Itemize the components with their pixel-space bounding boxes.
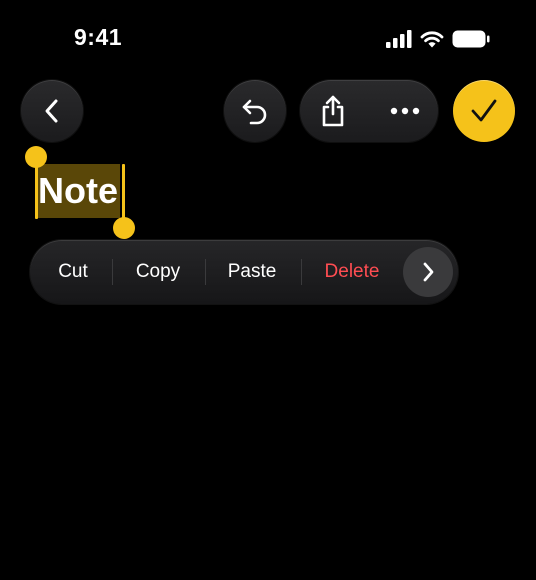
notes-screen: 9:41 Note Cut Copy Paste Delete bbox=[0, 0, 536, 580]
undo-button[interactable] bbox=[224, 80, 286, 142]
more-button[interactable] bbox=[374, 80, 436, 142]
menu-separator bbox=[301, 259, 302, 285]
battery-icon bbox=[452, 30, 490, 48]
status-icons bbox=[386, 28, 490, 50]
delete-menu-item[interactable]: Delete bbox=[310, 240, 394, 304]
selection-start-handle[interactable] bbox=[25, 146, 47, 168]
done-button[interactable] bbox=[453, 80, 515, 142]
edit-menu: Cut Copy Paste Delete bbox=[30, 240, 458, 304]
wifi-icon bbox=[420, 31, 444, 48]
menu-more-button[interactable] bbox=[403, 247, 453, 297]
status-time: 9:41 bbox=[74, 24, 123, 50]
paste-menu-item[interactable]: Paste bbox=[212, 240, 292, 304]
share-icon bbox=[322, 95, 344, 127]
ellipsis-icon bbox=[390, 107, 420, 115]
chevron-left-icon bbox=[45, 99, 58, 123]
selection-end-bar bbox=[122, 164, 125, 219]
chevron-right-icon bbox=[423, 262, 434, 282]
cellular-signal-icon bbox=[386, 30, 412, 48]
menu-separator bbox=[205, 259, 206, 285]
checkmark-icon bbox=[471, 99, 497, 122]
cut-menu-item[interactable]: Cut bbox=[40, 240, 106, 304]
note-title[interactable]: Note bbox=[36, 164, 120, 218]
selection-start-bar bbox=[35, 164, 38, 219]
undo-icon bbox=[242, 99, 267, 125]
menu-separator bbox=[112, 259, 113, 285]
back-button[interactable] bbox=[21, 80, 83, 142]
copy-menu-item[interactable]: Copy bbox=[118, 240, 198, 304]
share-more-group bbox=[300, 80, 438, 142]
selection-end-handle[interactable] bbox=[113, 217, 135, 239]
share-button[interactable] bbox=[302, 80, 364, 142]
